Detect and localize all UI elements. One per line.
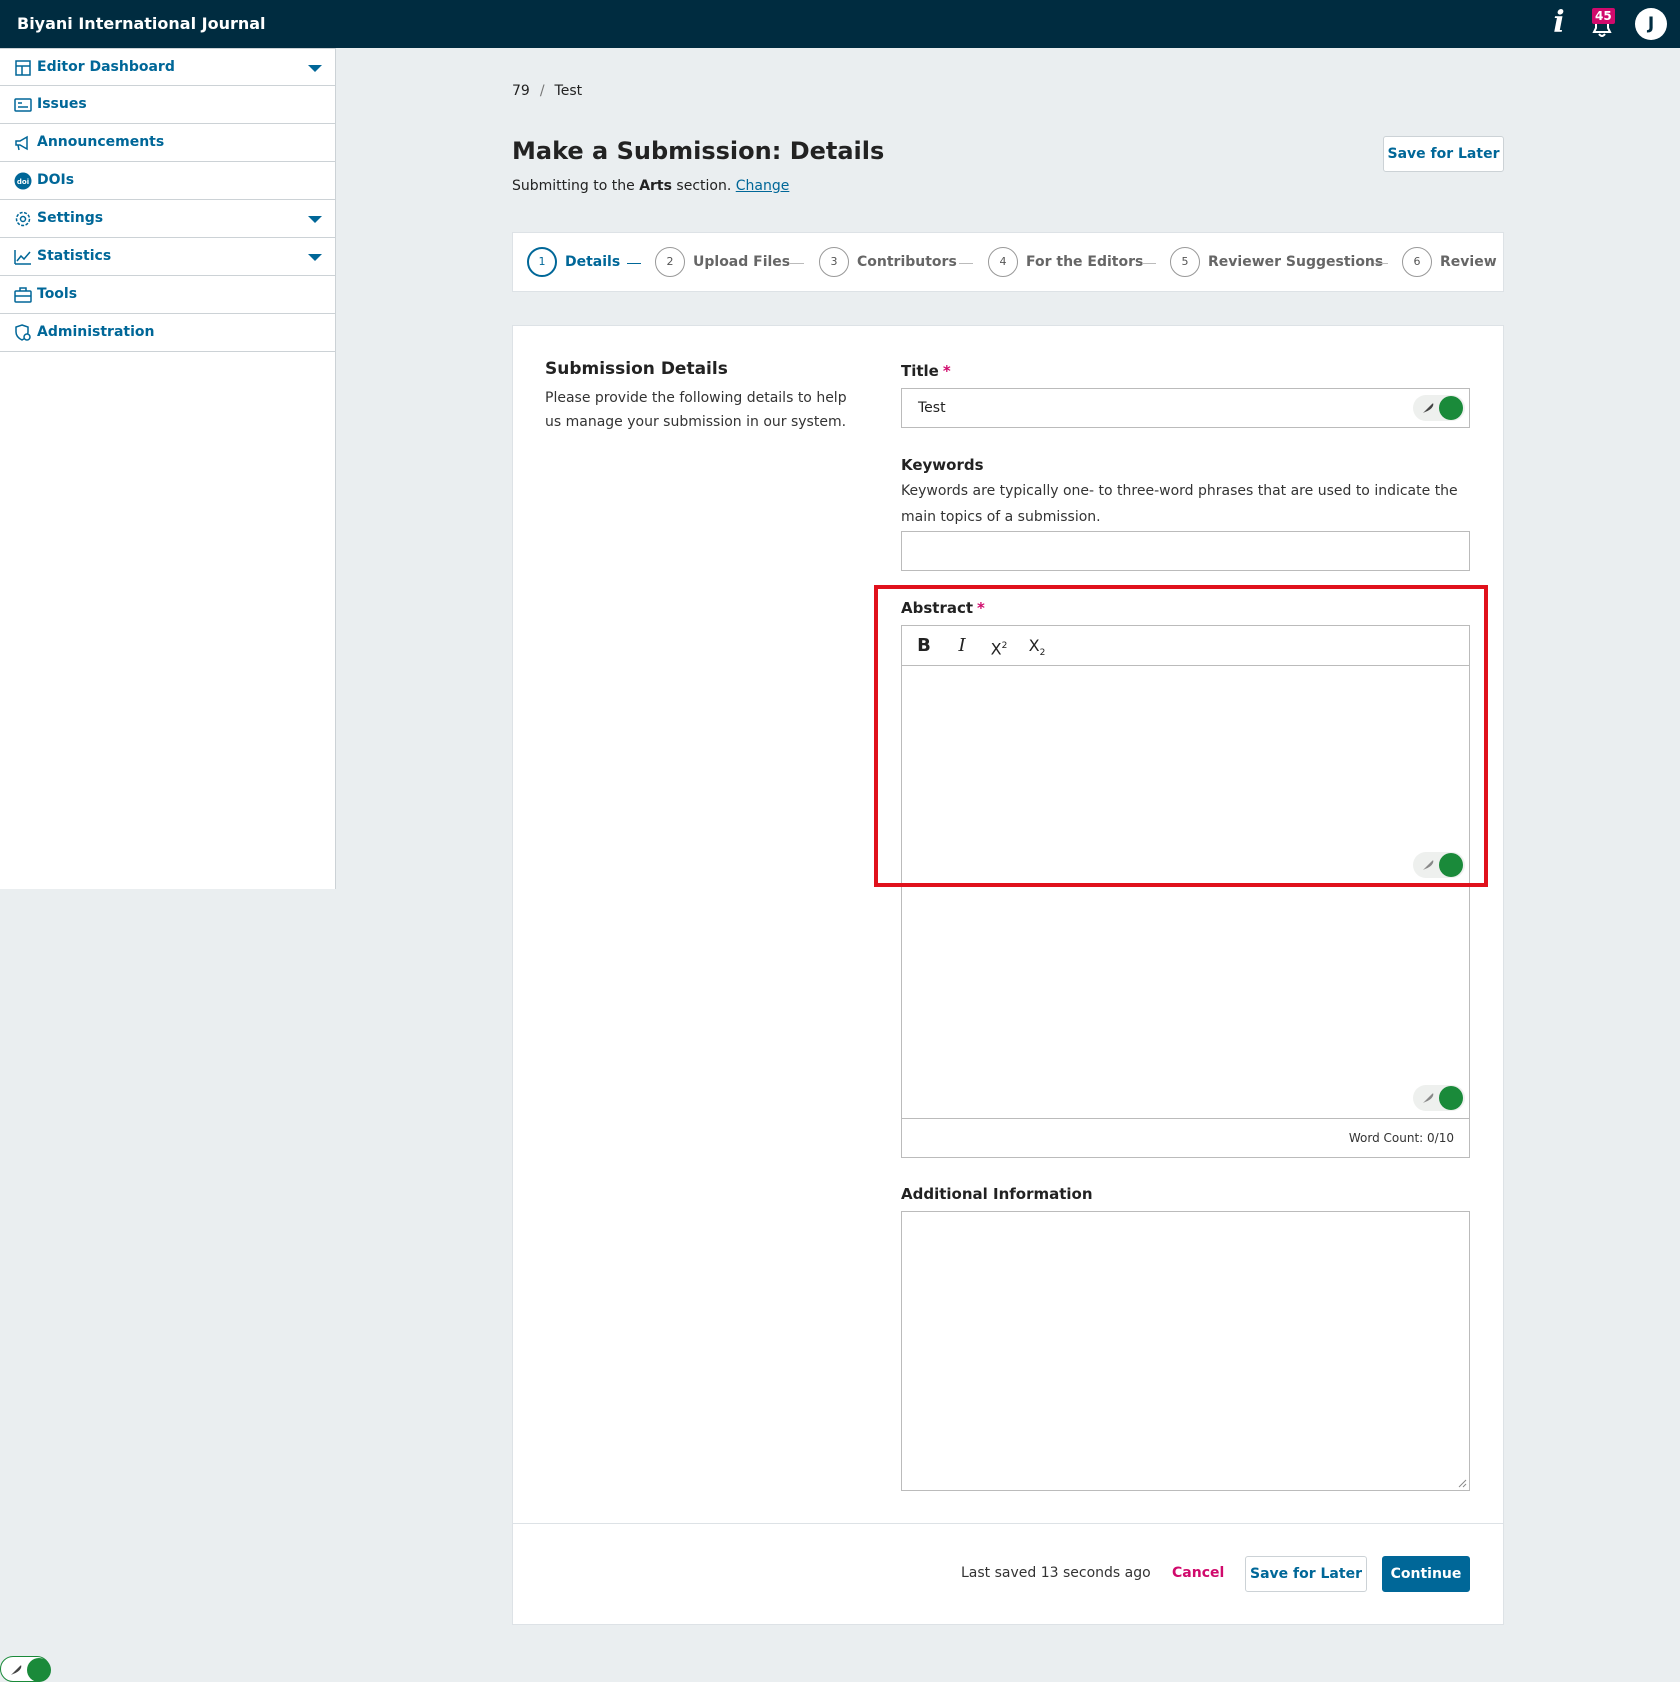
step-label: Upload Files — [693, 254, 791, 270]
sidebar-item-statistics[interactable]: Statistics — [0, 238, 335, 276]
chevron-down-icon[interactable] — [308, 216, 322, 223]
step-number: 4 — [988, 247, 1018, 277]
step-number: 5 — [1170, 247, 1200, 277]
sidebar-item-tools[interactable]: Tools — [0, 276, 335, 314]
info-icon[interactable]: i — [1548, 6, 1570, 40]
keywords-description: Keywords are typically one- to three-wor… — [901, 483, 1458, 525]
title-label-text: Title — [901, 362, 939, 380]
admin-icon — [15, 324, 31, 341]
resize-handle-icon[interactable] — [1457, 1478, 1467, 1488]
section-name: Arts — [639, 178, 672, 194]
section-suffix: section. — [676, 178, 732, 194]
section-title: Submission Details — [545, 359, 728, 379]
user-avatar[interactable]: J — [1635, 8, 1667, 40]
step-separator — [627, 263, 641, 264]
dashboard-icon — [15, 60, 31, 76]
last-saved-status: Last saved 13 seconds ago — [961, 1565, 1151, 1581]
megaphone-icon — [15, 135, 28, 151]
step-number: 3 — [819, 247, 849, 277]
sidebar-item-label: DOIs — [37, 172, 75, 188]
step-separator — [1142, 263, 1156, 264]
step-label: For the Editors — [1026, 254, 1144, 270]
sidebar-item-dois[interactable]: doi DOIs — [0, 162, 335, 200]
step-separator — [790, 263, 804, 264]
breadcrumb: 79 / Test — [512, 83, 582, 99]
step-number: 6 — [1402, 247, 1432, 277]
sidebar-item-label: Issues — [37, 96, 87, 112]
sidebar-item-issues[interactable]: Issues — [0, 86, 335, 124]
step-label: Review — [1440, 254, 1497, 270]
title-label: Title * — [901, 362, 951, 380]
gear-icon — [15, 211, 31, 227]
submission-steps: 1 Details 2 Upload Files 3 Contributors … — [512, 232, 1504, 292]
sidebar-item-label: Administration — [37, 324, 155, 340]
chevron-down-icon[interactable] — [308, 254, 322, 261]
save-for-later-button[interactable]: Save for Later — [1383, 136, 1504, 172]
top-bar: Biyani International Journal i 45 J — [0, 0, 1680, 48]
bot-icon — [1439, 396, 1463, 420]
required-mark: * — [942, 362, 951, 380]
additional-info-textarea[interactable] — [901, 1211, 1470, 1491]
keywords-label: Keywords — [901, 456, 984, 474]
sidebar-item-label: Statistics — [37, 248, 112, 264]
sidebar-item-label: Tools — [37, 286, 78, 302]
continue-button[interactable]: Continue — [1382, 1556, 1470, 1592]
sidebar-item-label: Editor Dashboard — [37, 59, 175, 75]
floating-grammar-widget[interactable] — [0, 1656, 51, 1682]
toolbox-icon — [14, 287, 32, 303]
section-description: Please provide the following details to … — [545, 390, 847, 430]
chart-icon — [14, 250, 31, 265]
feather-icon — [1423, 1093, 1434, 1103]
title-input[interactable]: Test — [901, 388, 1470, 428]
title-input-value: Test — [918, 400, 946, 416]
breadcrumb-id[interactable]: 79 — [512, 83, 530, 99]
word-count-bar: Word Count: 0/10 — [902, 1118, 1469, 1158]
svg-text:doi: doi — [17, 178, 29, 186]
step-number: 2 — [655, 247, 685, 277]
bot-icon — [27, 1658, 51, 1682]
step-separator — [959, 263, 973, 264]
journal-title[interactable]: Biyani International Journal — [17, 14, 266, 33]
chevron-down-icon[interactable] — [308, 65, 322, 72]
cancel-button[interactable]: Cancel — [1172, 1565, 1224, 1581]
breadcrumb-title: Test — [554, 83, 583, 99]
sidebar-item-editor-dashboard[interactable]: Editor Dashboard — [0, 48, 335, 86]
footer-divider — [513, 1523, 1503, 1524]
step-label: Details — [565, 254, 621, 270]
page-title: Make a Submission: Details — [512, 137, 885, 165]
grammar-toggle[interactable] — [1413, 1085, 1465, 1111]
sidebar-item-announcements[interactable]: Announcements — [0, 124, 335, 162]
feather-icon — [11, 1665, 22, 1675]
sidebar-item-settings[interactable]: Settings — [0, 200, 335, 238]
issues-icon — [14, 98, 32, 112]
sidebar: Editor Dashboard Issues Announcements do… — [0, 48, 336, 889]
bot-icon — [1439, 1086, 1463, 1110]
section-prefix: Submitting to the — [512, 178, 635, 194]
sidebar-item-label: Settings — [37, 210, 104, 226]
step-number: 1 — [527, 247, 557, 277]
step-separator — [1374, 263, 1388, 264]
doi-icon: doi — [14, 172, 32, 190]
word-count: Word Count: 0/10 — [1348, 1131, 1454, 1145]
sidebar-item-administration[interactable]: Administration — [0, 314, 335, 352]
feather-icon — [1423, 403, 1434, 413]
keywords-input[interactable] — [901, 531, 1470, 571]
step-label: Reviewer Suggestions — [1208, 254, 1384, 270]
save-for-later-footer-button[interactable]: Save for Later — [1245, 1556, 1367, 1592]
highlight-box — [874, 585, 1488, 887]
grammar-toggle[interactable] — [1413, 395, 1465, 421]
breadcrumb-separator: / — [539, 83, 545, 99]
notification-badge: 45 — [1592, 8, 1615, 24]
additional-info-label: Additional Information — [901, 1185, 1093, 1203]
sidebar-item-label: Announcements — [37, 134, 165, 150]
submission-section-line: Submitting to the Arts section. Change — [512, 178, 789, 194]
step-label: Contributors — [857, 254, 957, 270]
change-section-link[interactable]: Change — [736, 178, 790, 194]
